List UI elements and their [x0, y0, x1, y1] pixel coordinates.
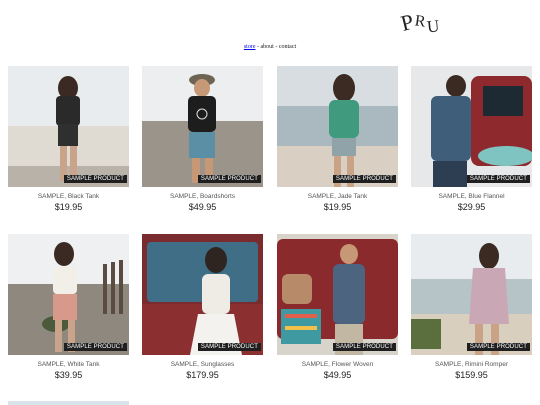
product-name[interactable]: SAMPLE, Jade Tank: [277, 193, 398, 200]
product-name[interactable]: SAMPLE, Boardshorts: [142, 193, 263, 200]
product-card[interactable]: SAMPLE PRODUCT SAMPLE, White Tank $39.95: [8, 234, 129, 380]
product-card[interactable]: SAMPLE PRODUCT SAMPLE, Blue Flannel $29.…: [411, 66, 532, 212]
product-image[interactable]: SAMPLE PRODUCT: [8, 66, 129, 187]
product-name[interactable]: SAMPLE, Sunglasses: [142, 361, 263, 368]
sample-product-badge: SAMPLE PRODUCT: [63, 343, 127, 351]
svg-text:R: R: [414, 12, 427, 30]
product-grid: SAMPLE PRODUCT SAMPLE, Black Tank $19.95…: [0, 66, 540, 405]
svg-text:P: P: [398, 9, 416, 36]
product-name[interactable]: SAMPLE, Blue Flannel: [411, 193, 532, 200]
product-name[interactable]: SAMPLE, Black Tank: [8, 193, 129, 200]
product-card[interactable]: SAMPLE PRODUCT SAMPLE, Rimini Romper $15…: [411, 234, 532, 380]
product-image[interactable]: SAMPLE PRODUCT: [142, 66, 263, 187]
product-price: $49.95: [323, 370, 352, 380]
product-image[interactable]: SAMPLE PRODUCT: [142, 234, 263, 355]
product-price: $29.95: [457, 202, 486, 212]
product-name[interactable]: SAMPLE, White Tank: [8, 361, 129, 368]
product-image[interactable]: SAMPLE PRODUCT: [277, 66, 398, 187]
sample-product-badge: SAMPLE PRODUCT: [466, 175, 530, 183]
sample-product-badge: SAMPLE PRODUCT: [332, 175, 396, 183]
svg-text:U: U: [426, 16, 440, 36]
main-nav: store - about - contact: [0, 44, 540, 50]
sample-product-badge: SAMPLE PRODUCT: [197, 175, 261, 183]
nav-store-link[interactable]: store: [244, 44, 256, 50]
product-card[interactable]: SAMPLE PRODUCT SAMPLE, Black Tank $19.95: [8, 66, 129, 212]
product-price: $49.95: [188, 202, 217, 212]
product-price: $39.95: [54, 370, 83, 380]
product-price: $19.95: [323, 202, 352, 212]
product-card[interactable]: SAMPLE PRODUCT SAMPLE, Jade Tank $19.95: [277, 66, 398, 212]
product-price: $19.95: [54, 202, 83, 212]
product-card[interactable]: SAMPLE PRODUCT SAMPLE, Flower Woven $49.…: [277, 234, 398, 380]
product-image[interactable]: SAMPLE PRODUCT: [411, 234, 532, 355]
product-image[interactable]: SAMPLE PRODUCT: [411, 66, 532, 187]
product-image[interactable]: SAMPLE PRODUCT: [8, 234, 129, 355]
next-row-image-peek: [8, 401, 129, 405]
sample-product-badge: SAMPLE PRODUCT: [466, 343, 530, 351]
sample-product-badge: SAMPLE PRODUCT: [63, 175, 127, 183]
sample-product-badge: SAMPLE PRODUCT: [332, 343, 396, 351]
nav-about-link[interactable]: about: [261, 44, 274, 50]
product-card[interactable]: SAMPLE PRODUCT SAMPLE, Sunglasses $179.9…: [142, 234, 263, 380]
site-logo[interactable]: P R U: [398, 2, 446, 40]
product-price: $179.95: [186, 370, 219, 380]
product-name[interactable]: SAMPLE, Flower Woven: [277, 361, 398, 368]
nav-contact-link[interactable]: contact: [279, 44, 296, 50]
product-card[interactable]: SAMPLE PRODUCT SAMPLE, Boardshorts $49.9…: [142, 66, 263, 212]
product-price: $159.95: [455, 370, 488, 380]
product-image[interactable]: SAMPLE PRODUCT: [277, 234, 398, 355]
sample-product-badge: SAMPLE PRODUCT: [197, 343, 261, 351]
product-name[interactable]: SAMPLE, Rimini Romper: [411, 361, 532, 368]
